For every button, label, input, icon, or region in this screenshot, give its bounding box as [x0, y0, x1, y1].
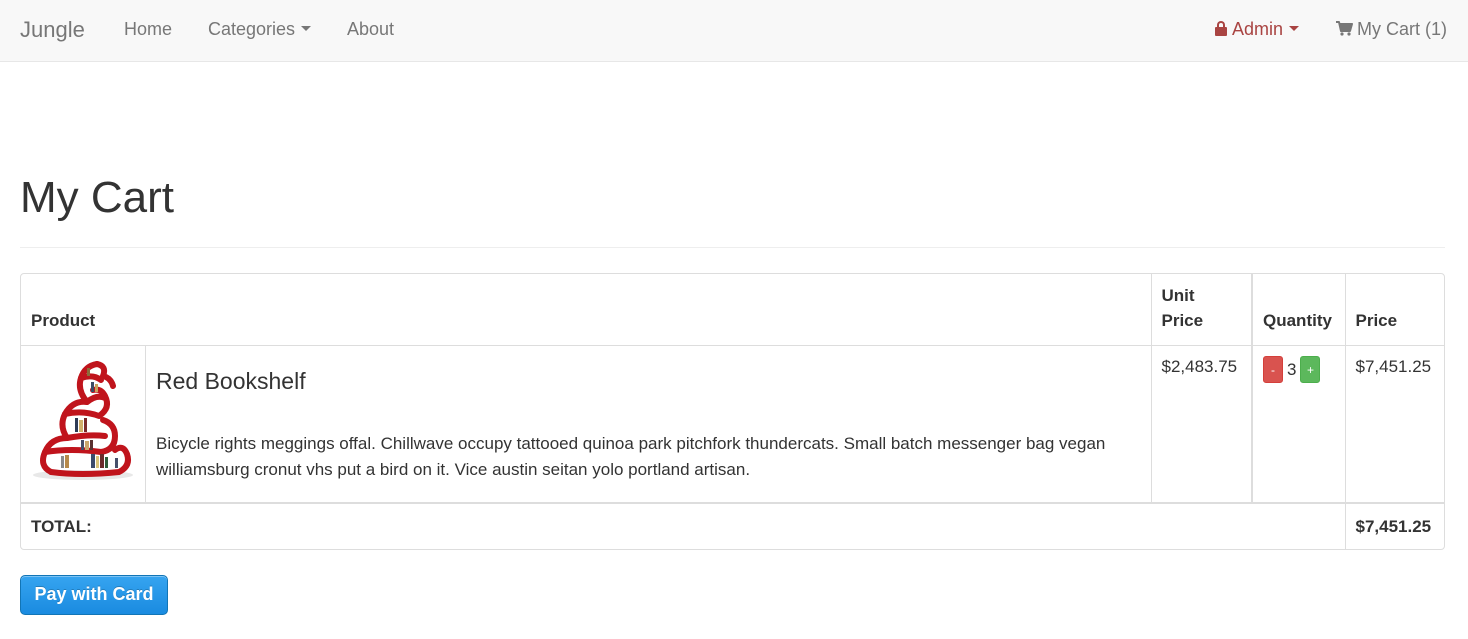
header-quantity: Quantity	[1251, 274, 1346, 346]
decrease-quantity-button[interactable]: -	[1263, 355, 1283, 383]
quantity-value: 3	[1287, 360, 1297, 379]
nav-admin-dropdown[interactable]: Admin	[1215, 19, 1300, 39]
header-unit-price: Unit Price	[1150, 274, 1253, 346]
unit-price-cell: $2,483.75	[1150, 344, 1253, 504]
pay-with-card-button[interactable]: Pay with Card	[20, 575, 168, 615]
nav-admin-label: Admin	[1232, 19, 1284, 39]
increase-quantity-button[interactable]: +	[1300, 355, 1321, 383]
page-title: My Cart	[20, 173, 174, 222]
nav-my-cart-label: My Cart (1)	[1357, 19, 1447, 39]
total-label: TOTAL:	[21, 502, 1346, 549]
line-price-cell: $7,451.25	[1344, 344, 1444, 504]
nav-categories-label: Categories	[208, 19, 296, 39]
product-image-cell	[21, 344, 146, 504]
header-unit-price-line2: Price	[1161, 310, 1204, 330]
cart-panel: Product Unit Price Quantity Price Red Bo…	[20, 273, 1445, 550]
header-product: Product	[21, 274, 1152, 346]
total-row: TOTAL: $7,451.25	[21, 502, 1444, 549]
quantity-stepper: -3 +	[1263, 355, 1335, 384]
table-header-row: Product Unit Price Quantity Price	[21, 274, 1444, 346]
nav-home-link[interactable]: Home	[124, 19, 172, 39]
header-unit-price-line1: Unit	[1161, 285, 1195, 305]
nav-categories-dropdown[interactable]: Categories	[208, 19, 312, 39]
caret-down-icon	[1289, 25, 1300, 31]
nav-my-cart-link[interactable]: My Cart (1)	[1336, 19, 1447, 39]
product-name: Red Bookshelf	[156, 367, 306, 394]
brand-link[interactable]: Jungle	[20, 16, 85, 44]
top-navbar: Jungle Home Categories About Admin My Ca…	[0, 0, 1468, 62]
header-price: Price	[1344, 274, 1444, 346]
table-row: Red Bookshelf Bicycle rights meggings of…	[21, 344, 1444, 504]
lock-icon	[1215, 20, 1227, 36]
cart-table: Product Unit Price Quantity Price Red Bo…	[21, 274, 1444, 549]
caret-down-icon	[301, 25, 312, 31]
product-description: Bicycle rights meggings offal. Chillwave…	[156, 433, 1106, 479]
total-value: $7,451.25	[1344, 502, 1444, 549]
shopping-cart-icon	[1336, 20, 1353, 36]
red-bookshelf-image	[33, 360, 133, 480]
nav-about-link[interactable]: About	[347, 19, 394, 39]
product-info-cell: Red Bookshelf Bicycle rights meggings of…	[145, 344, 1152, 504]
page-header-divider	[20, 247, 1445, 248]
quantity-cell: -3 +	[1251, 344, 1346, 504]
